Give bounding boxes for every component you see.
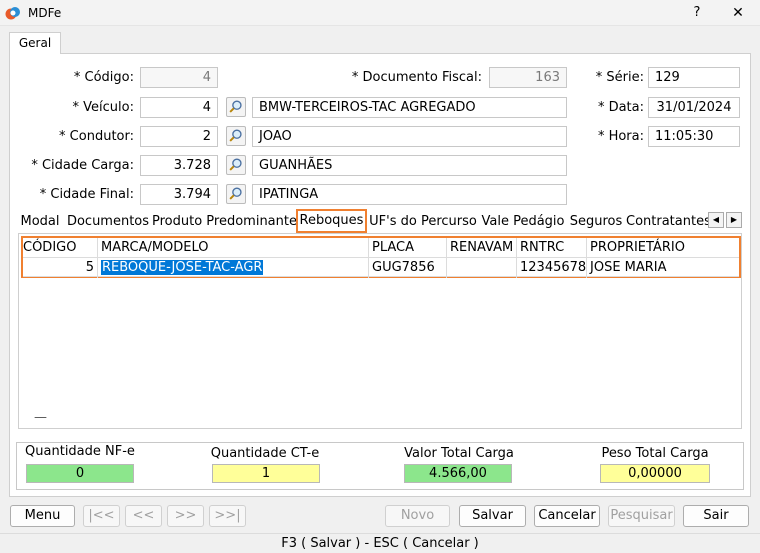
salvar-button[interactable]: Salvar <box>459 505 526 527</box>
inner-tab-strip: Modal Documentos Produto Predominante Re… <box>16 209 742 233</box>
magnifier-icon <box>229 187 242 200</box>
reboques-grid: CÓDIGO MARCA/MODELO PLACA RENAVAM RNTRC … <box>21 236 741 278</box>
menu-button[interactable]: Menu <box>10 505 75 527</box>
cidade-final-name-field[interactable]: IPATINGA <box>252 184 567 205</box>
tab-seguros[interactable]: Seguros <box>568 211 624 233</box>
first-record-button[interactable]: |<< <box>83 505 120 527</box>
quantidade-cte-label: Quantidade CT-e <box>210 446 320 461</box>
cidade-carga-code-field[interactable]: 3.728 <box>140 155 218 176</box>
col-header-marca-modelo[interactable]: MARCA/MODELO <box>98 238 368 257</box>
next-record-button[interactable]: >> <box>167 505 204 527</box>
documento-fiscal-label: * Documento Fiscal: <box>351 70 482 85</box>
previous-record-button[interactable]: << <box>125 505 162 527</box>
tab-documentos[interactable]: Documentos <box>66 211 150 233</box>
cell-placa[interactable]: GUG7856 <box>369 258 446 277</box>
tab-scroll-left-icon[interactable]: ◀ <box>708 212 724 228</box>
cidade-carga-label: * Cidade Carga: <box>31 158 134 173</box>
tab-ufs-percurso[interactable]: UF's do Percurso <box>368 211 478 233</box>
peso-total-carga-label: Peso Total Carga <box>601 446 709 461</box>
cidade-carga-name-field[interactable]: GUANHÃES <box>252 155 567 176</box>
novo-button[interactable]: Novo <box>385 505 450 527</box>
codigo-label: * Código: <box>73 70 134 85</box>
close-icon[interactable]: ✕ <box>722 3 754 23</box>
shortcut-hint: F3 ( Salvar ) - ESC ( Cancelar ) <box>0 533 760 552</box>
quantidade-nfe-label: Quantidade NF-e <box>25 444 135 459</box>
veiculo-name-field[interactable]: BMW-TERCEIROS-TAC AGREGADO <box>252 97 567 118</box>
data-field[interactable]: 31/01/2024 <box>648 97 740 118</box>
app-icon <box>5 7 20 20</box>
selected-text: REBOQUE-JOSE-TAC-AGR <box>101 260 264 275</box>
codigo-field[interactable]: 4 <box>140 67 218 88</box>
tab-contratantes[interactable]: Contratantes <box>626 211 708 233</box>
sair-button[interactable]: Sair <box>683 505 749 527</box>
tab-scroll-right-icon[interactable]: ▶ <box>726 212 742 228</box>
totals-group: Quantidade NF-e 0 Quantidade CT-e 1 Valo… <box>16 442 744 490</box>
grid-footer-mark: — <box>34 410 47 425</box>
cell-renavam[interactable] <box>447 258 516 277</box>
tab-geral[interactable]: Geral <box>9 32 61 54</box>
magnifier-icon <box>229 158 242 171</box>
cidade-final-code-field[interactable]: 3.794 <box>140 184 218 205</box>
serie-field[interactable]: 129 <box>648 67 740 88</box>
serie-label: * Série: <box>595 70 644 85</box>
veiculo-label: * Veículo: <box>72 100 134 115</box>
condutor-search-button[interactable] <box>226 126 246 146</box>
title-bar <box>0 0 760 26</box>
tab-modal[interactable]: Modal <box>16 211 64 233</box>
cell-rntrc[interactable]: 12345678 <box>517 258 586 277</box>
hora-field[interactable]: 11:05:30 <box>648 126 740 147</box>
pesquisar-button[interactable]: Pesquisar <box>608 505 675 527</box>
magnifier-icon <box>229 129 242 142</box>
valor-total-carga-value: 4.566,00 <box>404 464 512 483</box>
last-record-button[interactable]: >>| <box>209 505 246 527</box>
hora-label: * Hora: <box>597 129 644 144</box>
tab-vale-pedagio[interactable]: Vale Pedágio <box>480 211 566 233</box>
tab-produto-predominante[interactable]: Produto Predominante <box>152 211 297 233</box>
valor-total-carga-label: Valor Total Carga <box>404 446 514 461</box>
magnifier-icon <box>229 100 242 113</box>
quantidade-nfe-value: 0 <box>26 464 134 483</box>
peso-total-carga-value: 0,00000 <box>600 464 710 483</box>
col-header-placa[interactable]: PLACA <box>369 238 446 257</box>
condutor-label: * Condutor: <box>59 129 134 144</box>
condutor-code-field[interactable]: 2 <box>140 126 218 147</box>
cidade-final-label: * Cidade Final: <box>39 187 134 202</box>
veiculo-search-button[interactable] <box>226 97 246 117</box>
data-label: * Data: <box>597 100 644 115</box>
window-title: MDFe <box>28 6 62 20</box>
quantidade-cte-value: 1 <box>212 464 320 483</box>
help-button[interactable]: ? <box>684 3 710 23</box>
tab-reboques[interactable]: Reboques <box>296 209 367 233</box>
col-header-codigo[interactable]: CÓDIGO <box>23 238 97 257</box>
col-header-rntrc[interactable]: RNTRC <box>517 238 586 257</box>
col-header-proprietario[interactable]: PROPRIETÁRIO <box>587 238 739 257</box>
documento-fiscal-field[interactable]: 163 <box>489 67 567 88</box>
col-header-renavam[interactable]: RENAVAM <box>447 238 516 257</box>
cell-codigo[interactable]: 5 <box>23 258 97 277</box>
cidade-carga-search-button[interactable] <box>226 155 246 175</box>
condutor-name-field[interactable]: JOAO <box>252 126 567 147</box>
cell-proprietario[interactable]: JOSE MARIA <box>587 258 739 277</box>
veiculo-code-field[interactable]: 4 <box>140 97 218 118</box>
cancelar-button[interactable]: Cancelar <box>534 505 600 527</box>
cell-marca-modelo[interactable]: REBOQUE-JOSE-TAC-AGR <box>98 258 368 277</box>
cidade-final-search-button[interactable] <box>226 184 246 204</box>
